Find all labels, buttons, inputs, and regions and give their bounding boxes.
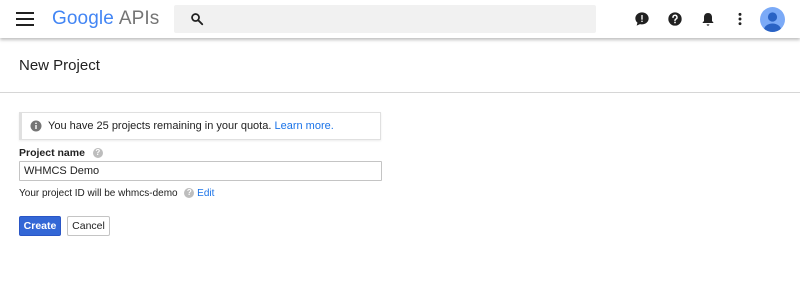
project-name-label-row: Project name ?: [19, 147, 103, 159]
logo-google-text: Google: [52, 8, 114, 29]
feedback-icon[interactable]: [634, 11, 650, 27]
quota-notice: You have 25 projects remaining in your q…: [19, 112, 381, 140]
notifications-icon[interactable]: [700, 11, 716, 27]
help-icon[interactable]: [667, 11, 683, 27]
project-name-input[interactable]: [19, 161, 382, 181]
edit-project-id-link[interactable]: Edit: [197, 188, 214, 199]
create-button[interactable]: Create: [19, 216, 61, 236]
person-icon: [764, 12, 781, 32]
menu-icon[interactable]: [16, 12, 34, 26]
page-header: New Project: [0, 38, 800, 93]
project-id-text: Your project ID will be whmcs-demo: [19, 188, 178, 199]
project-name-help-icon[interactable]: ?: [92, 148, 103, 159]
project-id-row: Your project ID will be whmcs-demo ? Edi…: [19, 188, 214, 199]
search-icon[interactable]: [190, 12, 204, 26]
project-id-help-icon[interactable]: ?: [184, 188, 195, 199]
account-avatar[interactable]: [760, 7, 785, 32]
google-apis-logo[interactable]: Google APIs: [52, 8, 159, 30]
page-title: New Project: [19, 57, 100, 74]
top-app-bar: Google APIs: [0, 0, 800, 38]
project-name-label: Project name: [19, 147, 85, 159]
info-icon: [30, 120, 42, 132]
quota-notice-text: You have 25 projects remaining in your q…: [48, 120, 334, 132]
cancel-button[interactable]: Cancel: [67, 216, 110, 236]
learn-more-link[interactable]: Learn more.: [274, 120, 333, 132]
quota-message: You have 25 projects remaining in your q…: [48, 120, 272, 132]
search-input[interactable]: [214, 9, 588, 31]
more-vert-icon[interactable]: [732, 11, 748, 27]
search-bar[interactable]: [174, 5, 596, 33]
logo-apis-text: APIs: [118, 8, 160, 29]
